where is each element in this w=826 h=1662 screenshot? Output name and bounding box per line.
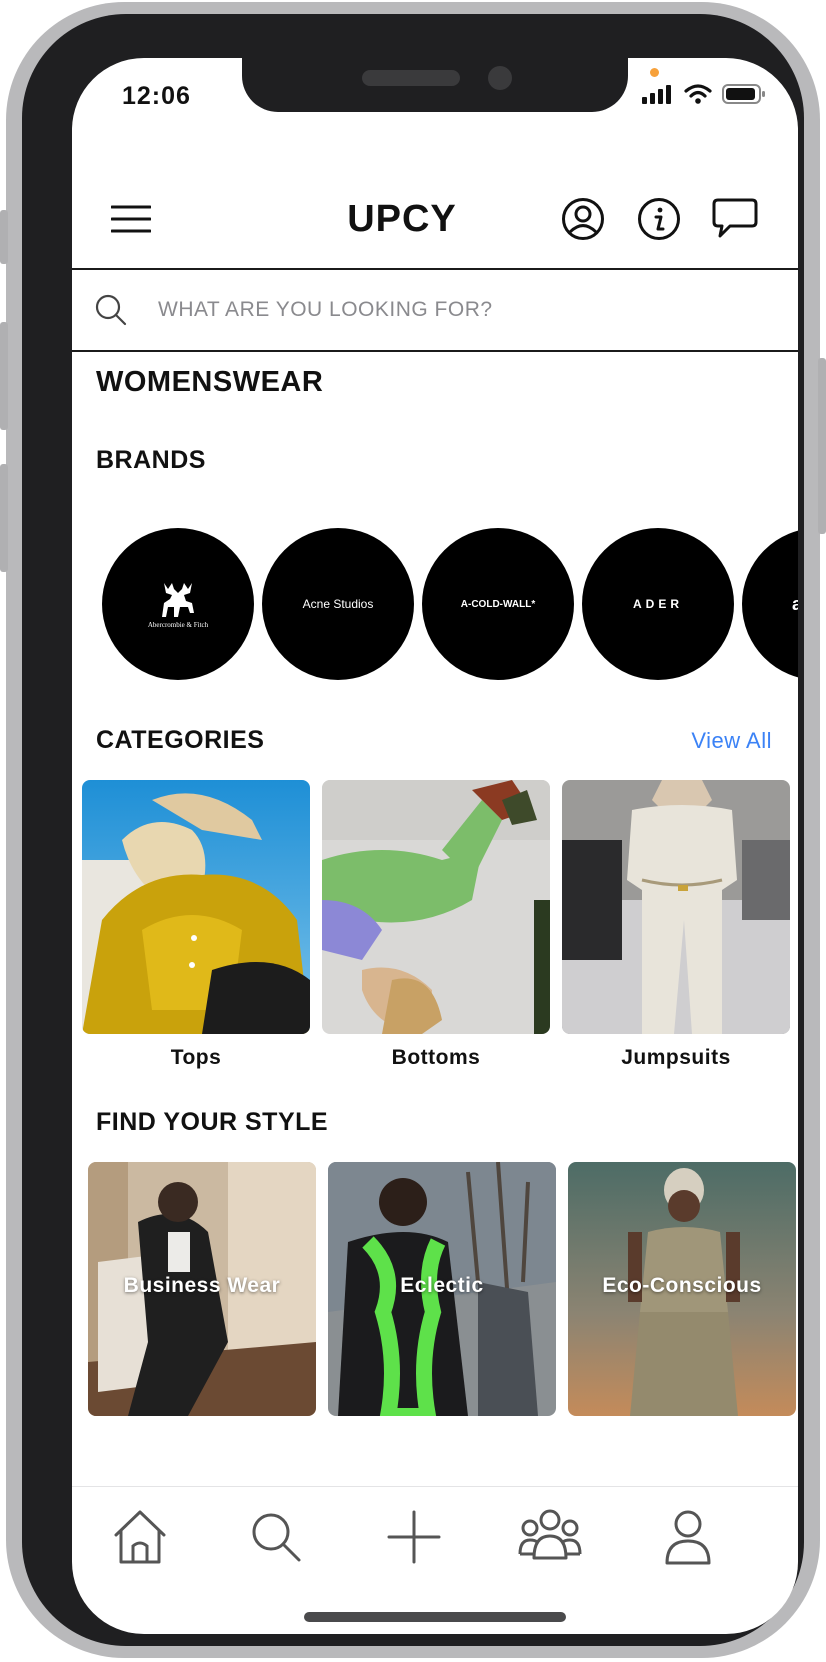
brand-abercrombie[interactable]: Abercrombie & Fitch — [102, 528, 254, 680]
category-jumpsuits[interactable]: Jumpsuits — [562, 780, 790, 1070]
silent-switch — [0, 210, 8, 264]
volume-down-button — [0, 464, 8, 572]
brands-title: BRANDS — [96, 446, 206, 474]
app-title: UPCY — [347, 198, 457, 240]
phone-bezel: 12:06 UPCY WHAT ARE YOU LOOKING FOR? WOM… — [22, 14, 804, 1646]
tab-search[interactable] — [244, 1505, 308, 1569]
view-all-link[interactable]: View All — [691, 728, 772, 754]
brand-label: Acne Studios — [302, 597, 374, 611]
style-card-business-wear[interactable]: Business Wear — [88, 1162, 316, 1416]
app-screen: 12:06 UPCY WHAT ARE YOU LOOKING FOR? WOM… — [72, 58, 798, 1634]
find-your-style-title: FIND YOUR STYLE — [96, 1108, 329, 1136]
brand-label: a — [792, 593, 798, 614]
account-icon[interactable] — [560, 196, 606, 242]
cellular-signal-icon — [642, 85, 671, 104]
profile-icon — [665, 1510, 711, 1565]
brand-label: Abercrombie & Fitch — [147, 621, 209, 629]
tab-community[interactable] — [518, 1505, 582, 1569]
search-icon — [252, 1513, 301, 1562]
plus-icon — [387, 1510, 441, 1564]
brand-a-cold-wall[interactable]: A-COLD-WALL* — [422, 528, 574, 680]
phone-frame: 12:06 UPCY WHAT ARE YOU LOOKING FOR? WOM… — [0, 2, 826, 1658]
power-button — [818, 358, 826, 534]
category-label: Bottoms — [391, 1046, 481, 1069]
info-icon[interactable] — [636, 196, 682, 242]
brand-label: A-COLD-WALL* — [460, 598, 536, 610]
community-icon — [518, 1509, 582, 1560]
status-icons — [642, 84, 766, 104]
brands-carousel[interactable]: Abercrombie & Fitch Acne Studios A-COLD-… — [102, 528, 798, 680]
style-label: Eclectic — [400, 1274, 484, 1297]
wifi-icon — [684, 84, 712, 104]
app-header: UPCY — [72, 176, 798, 260]
style-label: Eco-Conscious — [602, 1274, 762, 1297]
moose-logo-icon — [161, 583, 194, 617]
speaker — [362, 70, 460, 86]
battery-icon — [722, 84, 765, 104]
notch — [242, 58, 628, 112]
status-time: 12:06 — [122, 82, 191, 110]
tab-add[interactable] — [382, 1505, 446, 1569]
home-icon — [114, 1510, 166, 1564]
front-camera — [488, 66, 512, 90]
category-label: Tops — [170, 1046, 222, 1069]
home-indicator[interactable] — [304, 1612, 566, 1622]
brand-acne-studios[interactable]: Acne Studios — [262, 528, 414, 680]
style-row: Business Wear Eclectic Eco-Conscious — [88, 1162, 796, 1416]
style-label: Business Wear — [123, 1274, 281, 1297]
privacy-indicator — [650, 68, 659, 77]
category-image-jumpsuits[interactable] — [562, 780, 790, 1034]
categories-row: Tops Bottoms Jumpsuits — [82, 780, 790, 1070]
brand-label: ADER — [632, 597, 683, 611]
category-bottoms[interactable]: Bottoms — [322, 780, 550, 1070]
chat-icon[interactable] — [712, 196, 758, 242]
category-image-bottoms[interactable] — [322, 780, 550, 1034]
section-title-womenswear: WOMENSWEAR — [96, 366, 324, 398]
search-icon — [95, 294, 127, 326]
category-image-tops[interactable] — [82, 780, 310, 1034]
brand-ader[interactable]: ADER — [582, 528, 734, 680]
tab-profile[interactable] — [656, 1505, 720, 1569]
search-bar[interactable] — [72, 268, 798, 352]
brand-partial[interactable]: a — [742, 528, 798, 680]
category-tops[interactable]: Tops — [82, 780, 310, 1070]
style-card-eco-conscious[interactable]: Eco-Conscious — [568, 1162, 796, 1416]
search-input[interactable] — [158, 298, 718, 322]
tab-home[interactable] — [108, 1505, 172, 1569]
category-label: Jumpsuits — [621, 1046, 731, 1069]
categories-title: CATEGORIES — [96, 726, 265, 754]
volume-up-button — [0, 322, 8, 430]
style-card-eclectic[interactable]: Eclectic — [328, 1162, 556, 1416]
